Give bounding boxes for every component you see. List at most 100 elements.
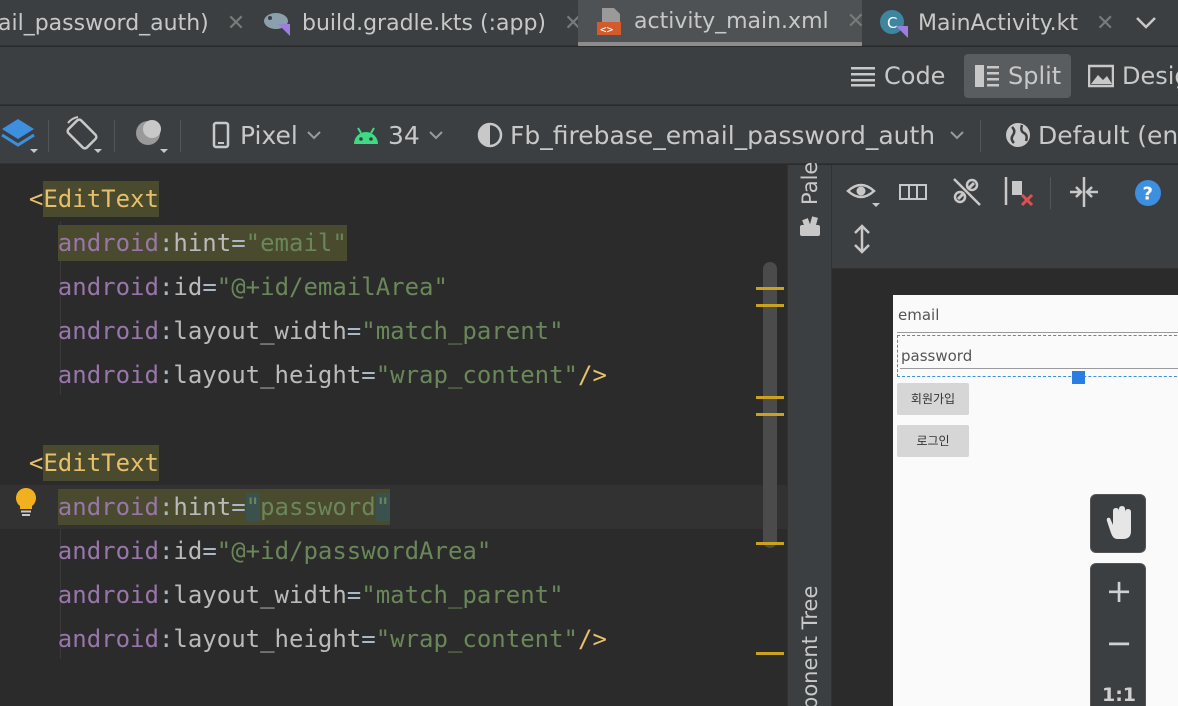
close-icon[interactable]: ✕ — [1096, 11, 1114, 36]
tag-self-close: /> — [578, 625, 607, 653]
attr-namespace: android — [57, 317, 159, 345]
svg-text:?: ? — [1143, 184, 1153, 205]
signup-button[interactable]: 회원가입 — [897, 383, 969, 415]
toolbar-separator — [1050, 177, 1051, 209]
palette-tab[interactable]: Pale — [798, 162, 822, 205]
code-label: Code — [884, 62, 946, 90]
error-stripe-mark[interactable] — [756, 542, 784, 545]
split-view-icon — [975, 65, 999, 87]
email-edit-text[interactable]: email — [897, 303, 1178, 333]
resize-handle[interactable] — [1072, 371, 1085, 384]
attr-value: "wrap_content" — [375, 361, 578, 389]
api-level-selector[interactable]: 34 — [352, 106, 444, 164]
xml-code-editor[interactable]: <EditText android:hint="email" android:i… — [0, 165, 787, 706]
error-stripe-mark[interactable] — [756, 652, 784, 655]
error-stripe-mark[interactable] — [756, 413, 784, 416]
zoom-out-button[interactable]: − — [1091, 624, 1147, 662]
layers-icon[interactable] — [0, 106, 38, 164]
attr-value: "wrap_content" — [375, 625, 578, 653]
rotate-icon[interactable] — [64, 106, 102, 164]
split-view-button[interactable]: Split — [964, 54, 1072, 98]
zoom-in-button[interactable]: + — [1091, 572, 1147, 610]
pan-button[interactable] — [1090, 494, 1146, 553]
lightbulb-icon[interactable] — [13, 487, 39, 517]
globe-icon — [1006, 123, 1030, 147]
chevron-down-icon[interactable] — [1130, 8, 1162, 38]
underline — [900, 368, 1178, 369]
close-icon[interactable]: ✕ — [847, 9, 865, 34]
code-line-9: android:layout_width="match_parent" — [0, 573, 787, 617]
api-label: 34 — [388, 120, 420, 150]
tag-name: EditText — [43, 445, 159, 481]
login-button[interactable]: 로그인 — [897, 425, 969, 457]
vertical-resize-icon[interactable] — [850, 223, 874, 259]
device-selector[interactable]: Pixel — [210, 106, 322, 164]
zoom-reset-button[interactable]: 1:1 — [1091, 684, 1147, 706]
tab-auth[interactable]: ail_password_auth) ✕ — [0, 0, 245, 46]
palette-icon[interactable] — [798, 215, 822, 241]
attr-value: "@+id/emailArea" — [216, 273, 448, 301]
editor-tab-bar: ail_password_auth) ✕ build.gradle.kts (:… — [0, 0, 1178, 46]
error-stripe-mark[interactable] — [756, 287, 784, 290]
equals: = — [202, 273, 217, 301]
tab-build-gradle[interactable]: build.gradle.kts (:app) ✕ — [262, 0, 582, 46]
close-icon[interactable]: ✕ — [227, 11, 245, 36]
tag-name: EditText — [43, 181, 159, 217]
error-stripe-mark[interactable] — [756, 304, 784, 307]
colon: : — [158, 537, 174, 565]
svg-text:C: C — [887, 14, 897, 32]
attr-namespace: android — [57, 273, 159, 301]
attr-namespace: android — [57, 493, 159, 521]
guidelines-icon[interactable] — [1068, 175, 1102, 213]
attr-name: layout_height — [173, 625, 362, 653]
component-tree-label: ponent Tree — [798, 585, 822, 706]
attr-value: password — [260, 493, 376, 521]
signup-label: 회원가입 — [910, 392, 956, 406]
constraint-off-icon[interactable] — [950, 175, 984, 213]
colon: : — [158, 625, 174, 653]
attr-name: layout_height — [173, 361, 362, 389]
password-edit-text-selected[interactable]: password — [897, 335, 1178, 377]
help-icon[interactable]: ? — [1134, 179, 1162, 211]
component-tree-tab[interactable]: ponent Tree — [798, 586, 822, 706]
tab-activity-main[interactable]: <> activity_main.xml ✕ — [578, 0, 865, 46]
equals: = — [231, 229, 246, 257]
tab-main-activity[interactable]: C MainActivity.kt ✕ — [878, 0, 1114, 46]
tag-self-close: /> — [578, 361, 607, 389]
split-label: Split — [1008, 62, 1062, 90]
attr-value: "match_parent" — [361, 317, 564, 345]
attr-name: layout_width — [173, 581, 347, 609]
attr-value: "@+id/passwordArea" — [216, 537, 492, 565]
attr-namespace: android — [57, 625, 159, 653]
code-line-3: android:id="@+id/emailArea" — [0, 265, 787, 309]
error-stripe-mark[interactable] — [756, 396, 784, 399]
device-icon — [212, 121, 230, 149]
layout-toolbar: Pixel 34 Fb_firebase_email_password_auth… — [0, 106, 1178, 164]
attr-name: layout_width — [173, 317, 347, 345]
tab-label: MainActivity.kt — [918, 10, 1079, 36]
kotlin-class-icon: C — [878, 8, 908, 38]
gradle-file-icon — [262, 8, 292, 38]
theme-icon — [477, 122, 503, 148]
locale-selector[interactable]: Default (en- — [1004, 106, 1178, 164]
tab-label: activity_main.xml — [634, 8, 829, 34]
colon: : — [158, 361, 174, 389]
email-hint: email — [898, 306, 940, 324]
blueprint-icon[interactable] — [898, 179, 930, 211]
equals: = — [361, 625, 376, 653]
code-view-button[interactable]: Code — [840, 54, 955, 98]
quote-close: " — [375, 493, 391, 521]
night-mode-icon[interactable] — [130, 106, 168, 164]
code-line-4: android:layout_width="match_parent" — [0, 309, 787, 353]
theme-selector[interactable]: Fb_firebase_email_password_auth — [476, 106, 965, 164]
code-lines-icon — [851, 67, 875, 87]
xml-file-icon: <> — [594, 6, 624, 36]
design-view-button[interactable]: Desig — [1078, 54, 1178, 98]
equals: = — [346, 317, 362, 345]
clear-constraints-icon[interactable] — [1002, 175, 1036, 213]
eye-icon[interactable] — [846, 177, 880, 215]
attr-namespace: android — [57, 581, 159, 609]
design-surface-toolbar: ? — [832, 165, 1178, 269]
tab-label: ail_password_auth) — [0, 10, 209, 36]
colon: : — [158, 493, 174, 521]
